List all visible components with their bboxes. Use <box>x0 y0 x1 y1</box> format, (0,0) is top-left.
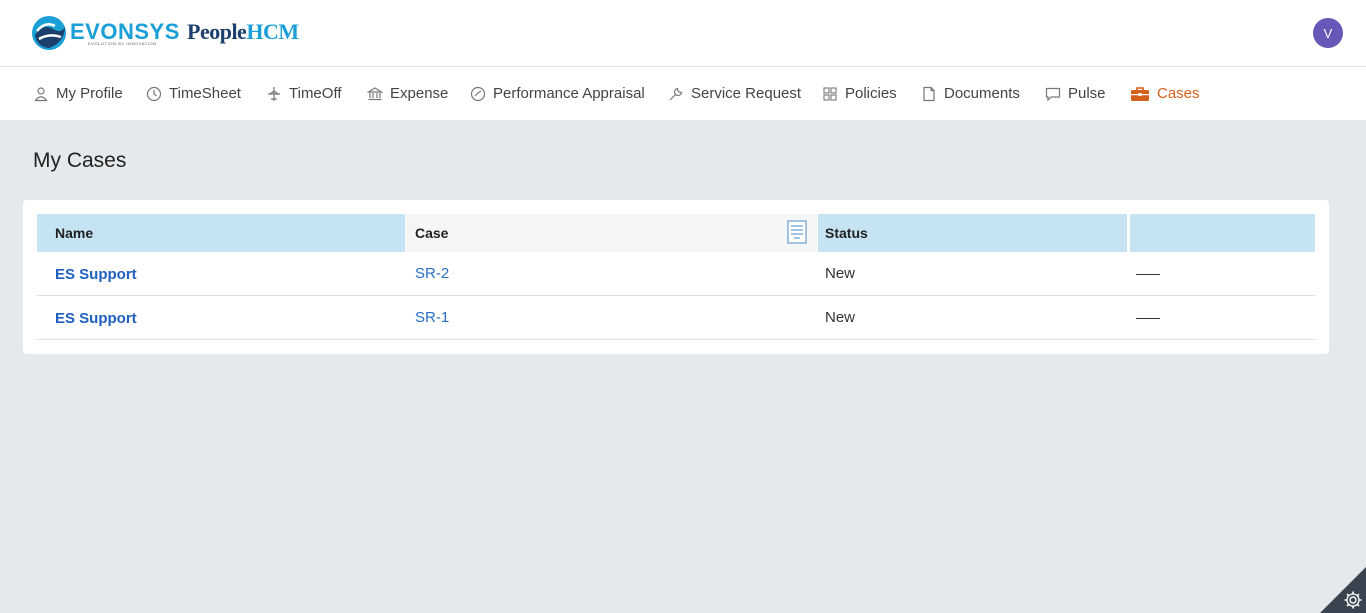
nav-label: Policies <box>845 85 897 102</box>
product-name-part2: HCM <box>246 19 299 44</box>
case-name-link[interactable]: ES Support <box>55 266 137 283</box>
nav-label: TimeSheet <box>169 85 241 102</box>
product-logo: PeopleHCM <box>187 19 299 45</box>
gauge-icon <box>470 86 486 101</box>
row-divider <box>37 339 1315 340</box>
cases-table-card: Name Case Status ES Support SR-2 New ES … <box>23 200 1329 354</box>
filter-icon[interactable] <box>787 220 807 244</box>
nav-label: Service Request <box>691 85 802 102</box>
nav-label: My Profile <box>56 85 123 102</box>
column-header-case[interactable]: Case <box>406 214 817 252</box>
main-nav: My Profile TimeSheet TimeOff Expense Per… <box>0 67 1366 120</box>
column-header-label: Status <box>825 225 868 241</box>
nav-item-performance-appraisal[interactable]: Performance Appraisal <box>470 67 645 120</box>
nav-item-timesheet[interactable]: TimeSheet <box>146 67 241 120</box>
nav-item-policies[interactable]: Policies <box>822 67 897 120</box>
case-name-link[interactable]: ES Support <box>55 310 137 327</box>
nav-label: Documents <box>944 85 1020 102</box>
wrench-icon <box>669 87 683 100</box>
chat-icon <box>1045 87 1061 101</box>
nav-label: Cases <box>1157 85 1200 102</box>
document-icon <box>923 86 935 101</box>
briefcase-icon <box>1131 86 1149 101</box>
nav-item-documents[interactable]: Documents <box>921 67 1020 120</box>
column-header-actions <box>1130 214 1315 252</box>
nav-item-timeoff[interactable]: TimeOff <box>266 67 342 120</box>
case-status: New <box>825 265 856 282</box>
row-divider <box>37 295 1315 296</box>
nav-item-service-request[interactable]: Service Request <box>668 67 801 120</box>
evonsys-logo-icon <box>32 16 66 50</box>
nav-label: TimeOff <box>289 85 342 102</box>
product-name-part1: People <box>187 19 247 44</box>
nav-label: Pulse <box>1068 85 1106 102</box>
column-header-name[interactable]: Name <box>37 214 405 252</box>
nav-label: Performance Appraisal <box>493 85 645 102</box>
nav-item-my-profile[interactable]: My Profile <box>33 67 123 120</box>
plane-icon <box>268 86 280 101</box>
action-dash <box>1136 318 1160 319</box>
nav-label: Expense <box>390 85 449 102</box>
grid-icon <box>823 86 837 101</box>
user-icon <box>34 86 48 101</box>
clock-icon <box>146 86 162 101</box>
case-id-link[interactable]: SR-2 <box>415 265 449 282</box>
case-status: New <box>825 309 856 326</box>
case-id-link[interactable]: SR-1 <box>415 309 449 326</box>
brand-tagline: EVOLUTION BY INNOVATION <box>88 41 157 46</box>
column-header-label: Case <box>415 225 449 241</box>
nav-item-expense[interactable]: Expense <box>367 67 448 120</box>
bank-icon <box>367 86 383 100</box>
column-header-status[interactable]: Status <box>818 214 1127 252</box>
top-bar: EVONSYS EVOLUTION BY INNOVATION PeopleHC… <box>0 0 1366 67</box>
page-title: My Cases <box>33 149 127 172</box>
nav-item-cases[interactable]: Cases <box>1130 67 1200 120</box>
column-header-label: Name <box>55 225 94 241</box>
action-dash <box>1136 274 1160 275</box>
settings-gear-icon[interactable] <box>1343 590 1363 610</box>
user-avatar[interactable]: V <box>1313 18 1343 48</box>
nav-item-pulse[interactable]: Pulse <box>1045 67 1106 120</box>
